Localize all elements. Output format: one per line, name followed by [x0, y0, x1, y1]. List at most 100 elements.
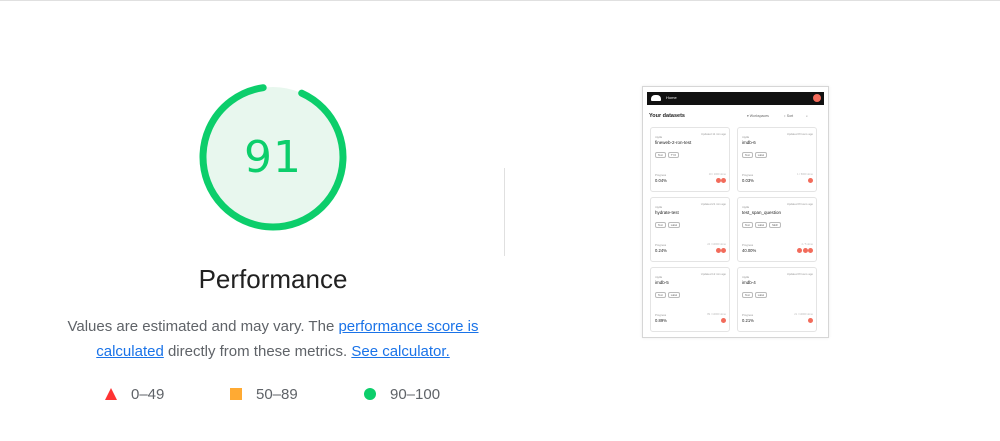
annotator-avatar — [721, 248, 726, 253]
card-tag: Text — [742, 152, 753, 158]
card-tag: Text — [655, 292, 666, 298]
card-annotators — [797, 248, 813, 253]
avatar — [813, 94, 821, 102]
card-tags: Text Label — [655, 222, 715, 228]
card-annotators — [808, 178, 813, 183]
legend-fail: 0–49 — [105, 384, 164, 404]
thumbnail-title: Your datasets — [649, 113, 685, 119]
green-circle-icon — [364, 388, 376, 400]
card-annotators — [715, 178, 726, 183]
gauge-score: 91 — [244, 131, 302, 183]
thumbnail-workspaces-control: ▾ Workspaces — [747, 114, 769, 118]
card-tag: Label — [754, 152, 768, 158]
card-name: imdb-4 — [742, 280, 756, 285]
card-progress-label: Progress — [742, 243, 754, 247]
card-name: hydrate-test — [655, 210, 679, 215]
card-tag: Text — [742, 292, 753, 298]
card-progress-count: 1 / 5000 done — [797, 173, 813, 176]
see-calculator-link[interactable]: See calculator. — [351, 343, 449, 360]
red-triangle-icon — [105, 388, 117, 400]
annotator-avatar — [808, 178, 813, 183]
card-progress-count: 10 / 1000 done — [708, 173, 726, 176]
dataset-card[interactable]: Updated 8 hours ago mytis test_span_questi… — [737, 197, 817, 262]
card-updated: Updated 8 hours ago — [786, 132, 813, 136]
workspaces-label: Workspaces — [749, 114, 769, 118]
card-tag: TYO — [667, 152, 680, 158]
card-tag: Text — [655, 222, 666, 228]
card-tag: Text — [742, 222, 753, 228]
card-tags: Text Label NER — [742, 222, 802, 228]
card-progress: 0.03% — [742, 178, 754, 183]
card-tag: Label — [754, 292, 768, 298]
dataset-card[interactable]: Updated 12 min ago mytis imdb-5 Text Label Pr… — [650, 267, 730, 332]
card-progress-count: 2 / 5 done — [801, 243, 813, 246]
card-progress-label: Progress — [655, 173, 667, 177]
card-annotators — [721, 318, 726, 323]
dataset-card[interactable]: Updated 8 hours ago mytis imdb-4 Text Label P… — [737, 267, 817, 332]
card-tags: Text Label — [742, 292, 802, 298]
dataset-card[interactable]: Updated 11 min ago mytis fineweb-2-ron-tes… — [650, 127, 730, 192]
card-owner: mytis — [742, 275, 749, 279]
card-annotators — [808, 318, 813, 323]
card-name: imdb-5 — [655, 280, 669, 285]
annotator-avatar — [802, 248, 808, 253]
card-updated: Updated 8 hours ago — [786, 202, 813, 206]
legend-average-label: 50–89 — [256, 385, 298, 403]
annotator-avatar — [721, 178, 726, 183]
card-progress-label: Progress — [655, 243, 667, 247]
card-progress: 0.21% — [742, 318, 754, 323]
card-updated: Updated 21 min ago — [700, 202, 726, 206]
vertical-divider — [504, 168, 505, 256]
orange-square-icon — [230, 388, 242, 400]
card-progress-label: Progress — [742, 173, 754, 177]
legend-average: 50–89 — [230, 384, 298, 404]
thumbnail-sort-control: ↕ Sort — [784, 114, 794, 118]
card-tag: NER — [769, 222, 781, 228]
card-progress-count: 89 / 10000 done — [707, 313, 726, 316]
card-owner: mytis — [655, 135, 662, 139]
dataset-card[interactable]: Updated 21 min ago mytis hydrate-test Text L… — [650, 197, 730, 262]
legend-pass: 90–100 — [364, 384, 440, 404]
card-updated: Updated 11 min ago — [701, 132, 726, 136]
card-tag: Label — [754, 222, 768, 228]
card-tag: Label — [667, 222, 681, 228]
card-owner: mytis — [655, 275, 662, 279]
card-progress: 40.00% — [742, 248, 757, 253]
annotator-avatar — [808, 248, 813, 253]
card-owner: mytis — [742, 135, 749, 139]
annotator-avatar — [715, 178, 721, 183]
card-progress-label: Progress — [655, 313, 667, 317]
card-tags: Text Label — [655, 292, 715, 298]
card-updated: Updated 8 hours ago — [786, 272, 813, 276]
card-progress: 0.89% — [655, 318, 667, 323]
card-progress: 0.24% — [655, 248, 667, 253]
dataset-card[interactable]: Updated 8 hours ago mytis imdb-6 Text Label P… — [737, 127, 817, 192]
card-annotators — [715, 248, 726, 253]
search-icon: ⌕ — [806, 114, 808, 118]
legend-pass-label: 90–100 — [390, 385, 441, 403]
card-progress-count: 24 / 10000 done — [707, 243, 726, 246]
score-description: Values are estimated and may vary. The p… — [60, 314, 486, 364]
card-name: test_span_question — [742, 210, 782, 215]
description-text: Values are estimated and may vary. The — [67, 318, 339, 335]
card-updated: Updated 12 min ago — [700, 272, 726, 276]
card-tags: Text Label — [742, 152, 802, 158]
annotator-avatar — [715, 248, 721, 253]
annotator-avatar — [797, 248, 802, 253]
card-owner: mytis — [742, 205, 749, 209]
annotator-avatar — [808, 318, 813, 323]
sort-label: Sort — [786, 114, 794, 118]
card-tags: Text TYO — [655, 152, 715, 158]
card-progress: 0.04% — [655, 178, 667, 183]
card-tag: Label — [667, 292, 681, 298]
thumbnail-home-label: Home — [666, 95, 677, 100]
logo-icon — [651, 95, 661, 101]
page-screenshot-thumbnail[interactable]: Home Your datasets ▾ Workspaces ↕ Sort ⌕… — [642, 86, 829, 338]
card-progress-count: 21 / 10000 done — [794, 313, 813, 316]
description-text-2: directly from these metrics. — [163, 343, 352, 360]
legend-fail-label: 0–49 — [131, 385, 165, 403]
card-name: imdb-6 — [742, 140, 756, 145]
card-progress-label: Progress — [742, 313, 754, 317]
card-owner: mytis — [655, 205, 662, 209]
thumbnail-header-bar: Home — [647, 92, 824, 105]
